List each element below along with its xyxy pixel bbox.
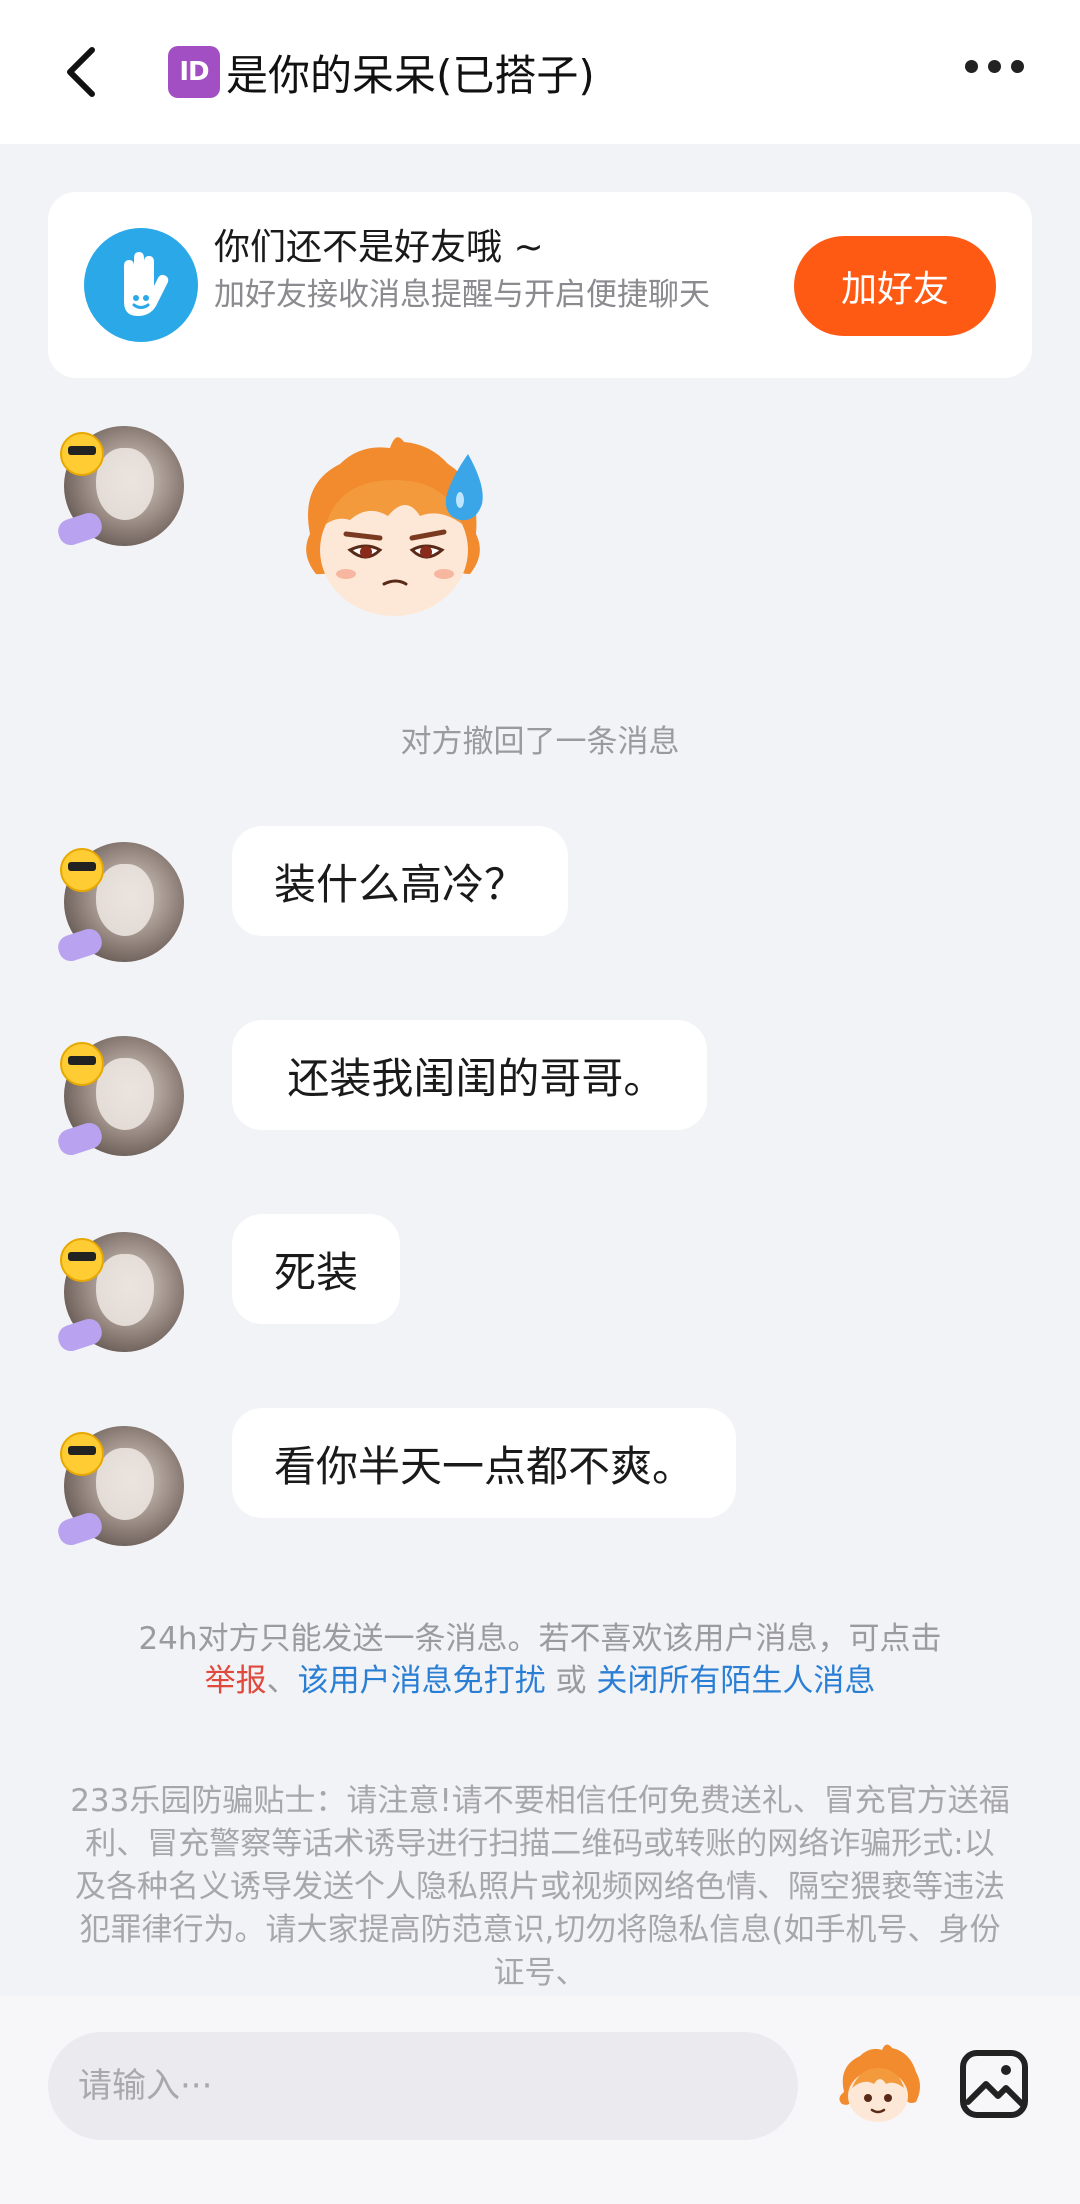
add-friend-button[interactable]: 加好友 bbox=[794, 236, 996, 336]
id-badge-icon: ID bbox=[168, 46, 220, 98]
sunglasses-emoji-icon bbox=[60, 1042, 104, 1086]
sunglasses-emoji-icon bbox=[60, 432, 104, 476]
avatar-face bbox=[96, 1448, 154, 1520]
avatar-face bbox=[96, 1254, 154, 1326]
anti-fraud-tips: 233乐园防骗贴士：请注意!请不要相信任何免费送礼、冒充官方送福利、冒充警察等话… bbox=[70, 1783, 1010, 1991]
top-bar: ID 是你的呆呆(已搭子) bbox=[0, 0, 1080, 144]
bow-decoration bbox=[55, 925, 105, 965]
message-input[interactable] bbox=[48, 2032, 798, 2140]
message-bubble[interactable]: 还装我闺闺的哥哥。 bbox=[232, 1020, 708, 1130]
sticker-face-icon[interactable] bbox=[830, 2036, 926, 2132]
image-icon[interactable] bbox=[958, 2048, 1030, 2120]
more-dot-icon bbox=[988, 60, 1001, 73]
more-button[interactable] bbox=[965, 60, 1024, 73]
notice-or: 或 bbox=[545, 1663, 597, 1699]
close-stranger-messages-link[interactable]: 关闭所有陌生人消息 bbox=[596, 1663, 875, 1699]
chat-title: ID 是你的呆呆(已搭子) bbox=[168, 40, 595, 104]
banner-title: 你们还不是好友哦 ~ bbox=[214, 227, 544, 268]
bow-decoration bbox=[55, 1119, 105, 1159]
more-dot-icon bbox=[965, 60, 978, 73]
message-bubble[interactable]: 死装 bbox=[232, 1214, 401, 1324]
message-bubble[interactable]: 装什么高冷？ bbox=[232, 826, 569, 936]
sunglasses-emoji-icon bbox=[60, 1432, 104, 1476]
sunglasses-emoji-icon bbox=[60, 1238, 104, 1282]
chevron-left-icon bbox=[67, 47, 95, 97]
more-dot-icon bbox=[1011, 60, 1024, 73]
bow-decoration bbox=[55, 1315, 105, 1355]
message-bubble[interactable]: 看你半天一点都不爽。 bbox=[232, 1408, 737, 1518]
avatar[interactable] bbox=[55, 1426, 184, 1549]
notice-separator: 、 bbox=[266, 1663, 298, 1699]
sunglasses-emoji-icon bbox=[60, 848, 104, 892]
avatar[interactable] bbox=[55, 1232, 184, 1355]
report-link[interactable]: 举报 bbox=[205, 1663, 267, 1699]
banner-subtitle: 加好友接收消息提醒与开启便捷聊天 bbox=[214, 277, 710, 313]
add-friend-banner: 你们还不是好友哦 ~ 加好友接收消息提醒与开启便捷聊天 加好友 bbox=[48, 192, 1032, 378]
sweat-emoji-sticker[interactable] bbox=[280, 424, 516, 624]
avatar-face bbox=[96, 448, 154, 520]
avatar[interactable] bbox=[55, 842, 184, 965]
avatar[interactable] bbox=[55, 426, 184, 549]
bow-decoration bbox=[55, 509, 105, 549]
page-title: 是你的呆呆(已搭子) bbox=[226, 50, 595, 100]
avatar-face bbox=[96, 1058, 154, 1130]
input-bar bbox=[0, 1996, 1080, 2204]
bow-decoration bbox=[55, 1509, 105, 1549]
avatar-face bbox=[96, 864, 154, 936]
recall-notice: 对方撤回了一条消息 bbox=[400, 724, 680, 760]
notice-text: 24h对方只能发送一条消息。若不喜欢该用户消息，可点击 bbox=[138, 1621, 942, 1657]
stranger-message-notice: 24h对方只能发送一条消息。若不喜欢该用户消息，可点击 举报、该用户消息免打扰 … bbox=[60, 1618, 1020, 1702]
back-button[interactable] bbox=[58, 44, 106, 100]
avatar[interactable] bbox=[55, 1036, 184, 1159]
hand-wave-icon bbox=[84, 228, 198, 342]
mute-user-link[interactable]: 该用户消息免打扰 bbox=[298, 1663, 546, 1699]
